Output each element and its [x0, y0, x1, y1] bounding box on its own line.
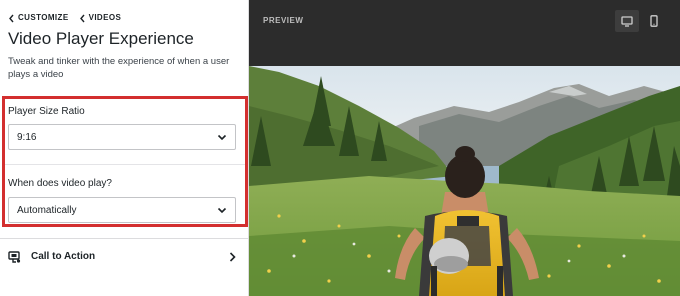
call-to-action-label: Call to Action	[31, 251, 96, 262]
video-play-select[interactable]: Automatically	[8, 197, 236, 223]
breadcrumb: Customize Videos	[8, 12, 121, 24]
chevron-left-icon	[79, 14, 85, 22]
breadcrumb-videos[interactable]: Videos	[79, 13, 122, 23]
hiker-landscape-image	[249, 66, 680, 296]
select-value: 9:16	[17, 131, 37, 143]
breadcrumb-label: Videos	[88, 13, 122, 22]
player-size-ratio-label: Player Size Ratio	[8, 106, 85, 117]
desktop-icon	[621, 15, 633, 27]
video-play-label: When does video play?	[8, 178, 112, 189]
preview-label: PREVIEW	[263, 16, 304, 25]
page-title: Video Player Experience	[8, 29, 194, 48]
breadcrumb-customize[interactable]: Customize	[8, 13, 69, 23]
mobile-view-button[interactable]	[642, 10, 666, 32]
settings-sidebar: Customize Videos Video Player Experience…	[0, 0, 249, 296]
chevron-left-icon	[9, 14, 14, 22]
call-to-action-row[interactable]: Call to Action	[0, 238, 248, 274]
page-description: Tweak and tinker with the experience of …	[8, 56, 230, 80]
preview-header: PREVIEW	[249, 0, 680, 66]
player-size-ratio-select[interactable]: 9:16	[8, 124, 236, 150]
chevron-down-icon	[217, 134, 227, 140]
desktop-view-button[interactable]	[615, 10, 639, 32]
megaphone-icon	[8, 250, 21, 263]
chevron-right-icon	[229, 251, 236, 262]
breadcrumb-label: Customize	[18, 13, 69, 22]
chevron-down-icon	[217, 207, 227, 213]
mobile-icon	[650, 15, 658, 27]
select-value: Automatically	[17, 204, 77, 216]
field-divider	[5, 164, 245, 165]
video-preview-image	[249, 66, 680, 296]
